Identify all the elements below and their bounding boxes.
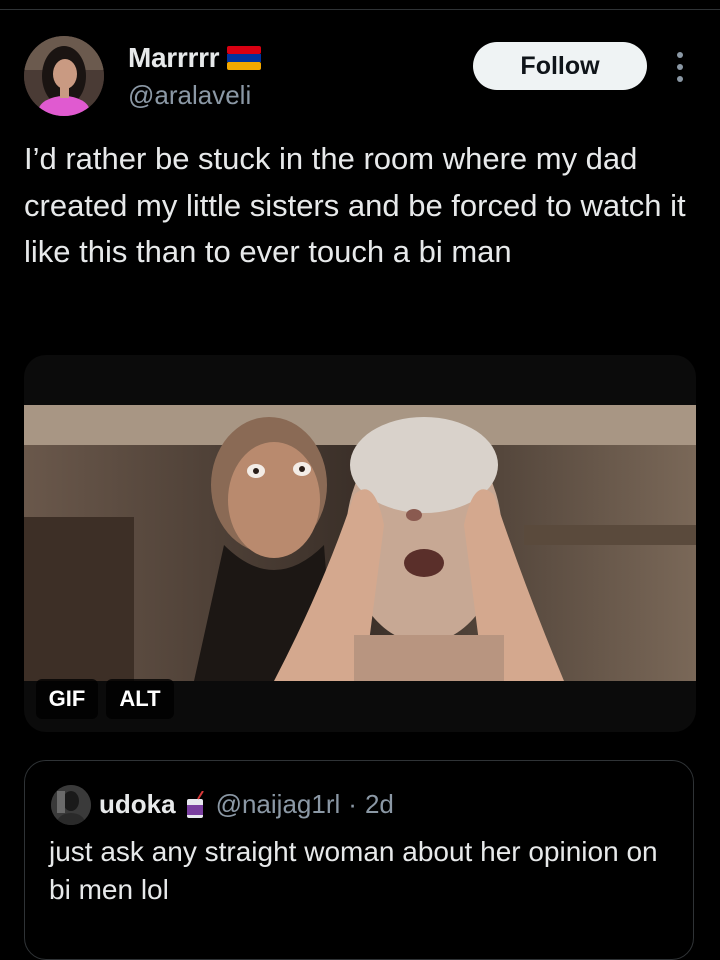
- more-options-icon[interactable]: [671, 50, 689, 84]
- author-name[interactable]: Marrrrr: [128, 42, 220, 74]
- quote-author-handle[interactable]: @naijag1rl: [216, 789, 341, 820]
- top-divider: [0, 9, 720, 10]
- quote-text: just ask any straight woman about her op…: [49, 836, 666, 905]
- quote-timestamp[interactable]: 2d: [365, 789, 394, 820]
- author-handle[interactable]: @aralaveli: [128, 80, 251, 111]
- tweet-text: I’d rather be stuck in the room where my…: [24, 141, 695, 269]
- gif-image: [24, 405, 696, 681]
- follow-button[interactable]: Follow: [473, 42, 647, 90]
- gif-badge: GIF: [36, 679, 98, 719]
- author-avatar[interactable]: [24, 36, 104, 116]
- quote-separator: ·: [348, 789, 357, 819]
- alt-badge[interactable]: ALT: [106, 679, 174, 719]
- juice-box-emoji-icon: [186, 790, 204, 818]
- armenia-flag-icon: [227, 46, 262, 70]
- tweet-media[interactable]: GIF ALT: [24, 355, 696, 732]
- quote-header: udoka @naijag1rl · 2d: [99, 789, 394, 820]
- quote-author-avatar[interactable]: [51, 785, 91, 825]
- quoted-tweet[interactable]: udoka @naijag1rl · 2d just ask any strai…: [24, 760, 694, 960]
- avatar-image: [24, 36, 104, 116]
- quote-avatar-image: [51, 785, 91, 825]
- author-name-row: Marrrrr: [128, 42, 262, 74]
- quote-author-name[interactable]: udoka: [99, 789, 176, 820]
